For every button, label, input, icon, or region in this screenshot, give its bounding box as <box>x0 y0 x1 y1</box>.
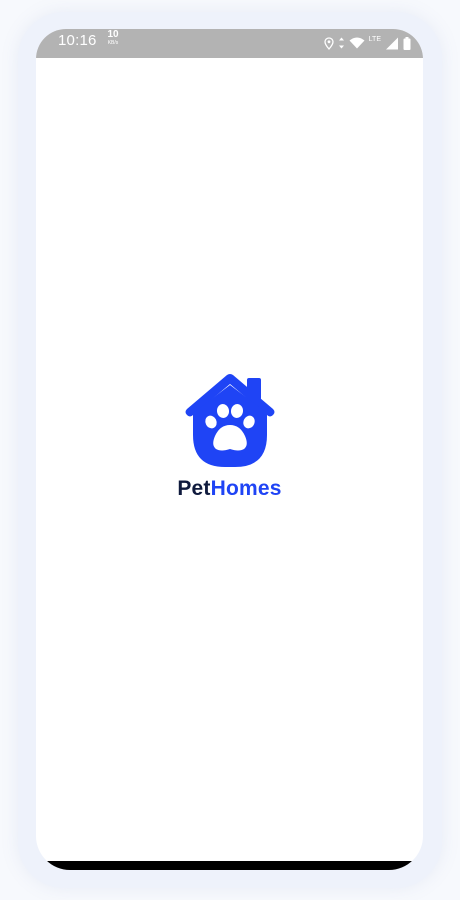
house-paw-icon <box>183 373 277 469</box>
app-brand-name: PetHomes <box>36 477 423 501</box>
app-screen: 10:16 10 KB/s LTE PetHomes <box>36 29 423 870</box>
splash-screen: PetHomes <box>36 29 423 870</box>
brand-name-pet: Pet <box>177 477 211 500</box>
navigation-bar <box>36 861 423 870</box>
brand-name-homes: Homes <box>210 477 282 500</box>
